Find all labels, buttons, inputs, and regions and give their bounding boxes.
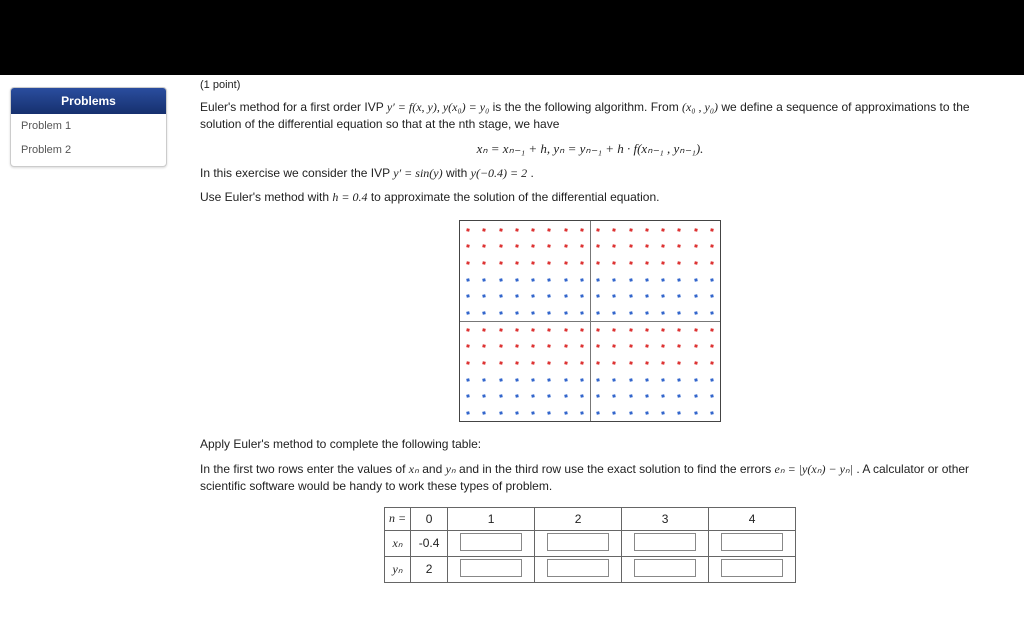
sidebar-item-problem-2[interactable]: Problem 2: [11, 138, 166, 162]
row-n-label: n =: [384, 507, 410, 530]
exercise-text-1: In this exercise we consider the IVP: [200, 166, 393, 180]
rows-text-1: In the first two rows enter the values o…: [200, 462, 409, 476]
yn-input-1[interactable]: [460, 559, 522, 577]
rows-en: eₙ = |y(xₙ) − yₙ|: [775, 462, 853, 476]
yn-input-3[interactable]: [634, 559, 696, 577]
intro-text-2: is the the following algorithm. From: [493, 100, 682, 114]
rows-yn: yₙ: [446, 462, 456, 476]
use-text-1: Use Euler's method with: [200, 190, 332, 204]
n-2: 2: [535, 507, 622, 530]
yn-0: 2: [411, 556, 448, 582]
yn-input-4[interactable]: [721, 559, 783, 577]
row-xn-label: xₙ: [384, 530, 410, 556]
n-0: 0: [411, 507, 448, 530]
exercise-paragraph: In this exercise we consider the IVP y′ …: [200, 165, 980, 182]
exercise-ivp: y′ = sin(y): [393, 166, 442, 180]
top-black-bar: [0, 0, 1024, 75]
rows-text-2: and: [422, 462, 445, 476]
n-3: 3: [622, 507, 709, 530]
exercise-text-2: with: [446, 166, 471, 180]
intro-ivp: y′ = f(x, y), y(x₀) = y₀: [387, 100, 489, 114]
intro-text-1: Euler's method for a first order IVP: [200, 100, 387, 114]
plot-direction-marks: [460, 221, 720, 421]
xn-input-2[interactable]: [547, 533, 609, 551]
rows-xn: xₙ: [409, 462, 419, 476]
row-yn-label: yₙ: [384, 556, 410, 582]
intro-from: (x₀ , y₀): [682, 100, 718, 114]
rows-text-3: and in the third row use the exact solut…: [459, 462, 775, 476]
use-h: h = 0.4: [332, 190, 367, 204]
xn-input-1[interactable]: [460, 533, 522, 551]
direction-field-plot: [459, 220, 721, 422]
exercise-text-3: .: [530, 166, 533, 180]
rows-paragraph: In the first two rows enter the values o…: [200, 461, 980, 495]
table-row-yn: yₙ 2: [384, 556, 795, 582]
exercise-condition: y(−0.4) = 2: [471, 166, 528, 180]
xn-input-4[interactable]: [721, 533, 783, 551]
use-text-2: to approximate the solution of the diffe…: [371, 190, 660, 204]
recurrence-formula: xₙ = xₙ₋₁ + h, yₙ = yₙ₋₁ + h · f(xₙ₋₁ , …: [200, 141, 980, 157]
use-paragraph: Use Euler's method with h = 0.4 to appro…: [200, 189, 980, 206]
euler-table: n = 0 1 2 3 4 xₙ -0.4 yₙ 2: [384, 507, 796, 583]
apply-paragraph: Apply Euler's method to complete the fol…: [200, 436, 980, 453]
yn-input-2[interactable]: [547, 559, 609, 577]
points-label: (1 point): [200, 79, 980, 91]
sidebar-item-problem-1[interactable]: Problem 1: [11, 114, 166, 138]
sidebar-header: Problems: [11, 88, 166, 114]
table-row-xn: xₙ -0.4: [384, 530, 795, 556]
xn-input-3[interactable]: [634, 533, 696, 551]
problems-sidebar: Problems Problem 1 Problem 2: [10, 87, 167, 167]
n-1: 1: [448, 507, 535, 530]
table-row-n: n = 0 1 2 3 4: [384, 507, 795, 530]
n-4: 4: [709, 507, 796, 530]
problem-content: (1 point) Euler's method for a first ord…: [200, 75, 1020, 623]
xn-0: -0.4: [411, 530, 448, 556]
intro-paragraph: Euler's method for a first order IVP y′ …: [200, 99, 980, 133]
